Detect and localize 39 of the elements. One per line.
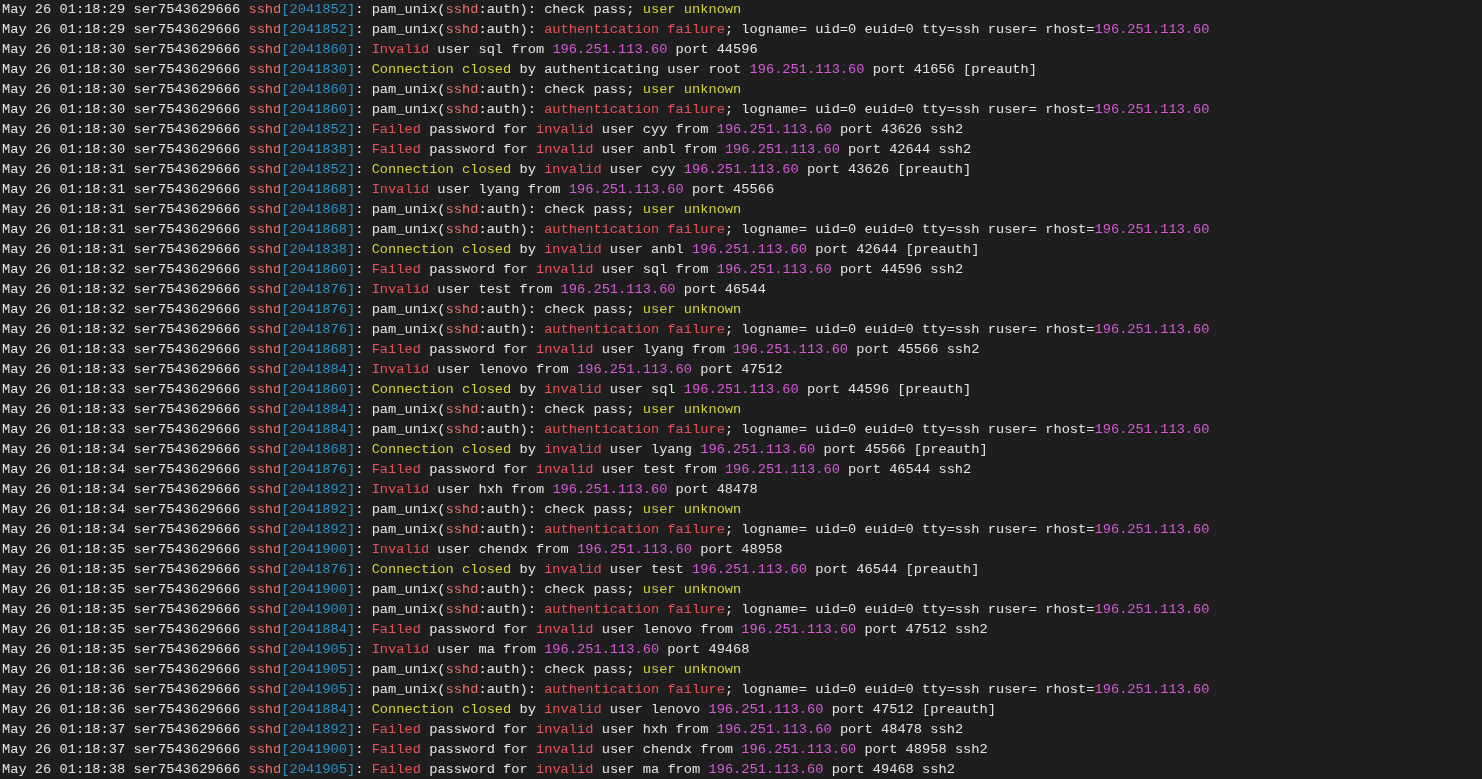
log-line: May 26 01:18:33 ser7543629666 sshd[2041860]: Connection closed by invalid user sql 196.251.113.60 port 44596 [preauth]	[2, 381, 972, 399]
log-line: May 26 01:18:29 ser7543629666 sshd[2041852]: pam_unix(sshd:auth): check pass; user unknown	[2, 1, 742, 19]
log-line: May 26 01:18:35 ser7543629666 sshd[2041900]: pam_unix(sshd:auth): authentication failure; logname= uid=0 euid=0 tty=ssh ruser= rhost=196.251.113.60	[2, 601, 1210, 619]
log-line: May 26 01:18:36 ser7543629666 sshd[2041905]: pam_unix(sshd:auth): check pass; user unknown	[2, 661, 742, 679]
log-line: May 26 01:18:36 ser7543629666 sshd[2041884]: Connection closed by invalid user lenovo 196.251.113.60 port 47512 [preauth]	[2, 701, 996, 719]
log-line: May 26 01:18:35 ser7543629666 sshd[2041905]: Invalid user ma from 196.251.113.60 port 49468	[2, 641, 750, 659]
log-line: May 26 01:18:30 ser7543629666 sshd[2041852]: Failed password for invalid user cyy from 196.251.113.60 port 43626 ssh2	[2, 121, 964, 139]
log-line: May 26 01:18:33 ser7543629666 sshd[2041868]: Failed password for invalid user lyang from 196.251.113.60 port 45566 ssh2	[2, 341, 980, 359]
log-line: May 26 01:18:30 ser7543629666 sshd[2041860]: pam_unix(sshd:auth): check pass; user unknown	[2, 81, 742, 99]
log-line: May 26 01:18:31 ser7543629666 sshd[2041868]: Invalid user lyang from 196.251.113.60 port 45566	[2, 181, 775, 199]
log-line: May 26 01:18:33 ser7543629666 sshd[2041884]: pam_unix(sshd:auth): authentication failure; logname= uid=0 euid=0 tty=ssh ruser= rhost=196.251.113.60	[2, 421, 1210, 439]
log-line: May 26 01:18:33 ser7543629666 sshd[2041884]: pam_unix(sshd:auth): check pass; user unknown	[2, 401, 742, 419]
log-line: May 26 01:18:30 ser7543629666 sshd[2041860]: Invalid user sql from 196.251.113.60 port 44596	[2, 41, 758, 59]
log-line: May 26 01:18:32 ser7543629666 sshd[2041876]: pam_unix(sshd:auth): authentication failure; logname= uid=0 euid=0 tty=ssh ruser= rhost=196.251.113.60	[2, 321, 1210, 339]
log-line: May 26 01:18:31 ser7543629666 sshd[2041852]: Connection closed by invalid user cyy 196.251.113.60 port 43626 [preauth]	[2, 161, 972, 179]
log-line: May 26 01:18:34 ser7543629666 sshd[2041892]: pam_unix(sshd:auth): check pass; user unknown	[2, 501, 742, 519]
log-line: May 26 01:18:35 ser7543629666 sshd[2041900]: pam_unix(sshd:auth): check pass; user unknown	[2, 581, 742, 599]
log-line: May 26 01:18:30 ser7543629666 sshd[2041838]: Failed password for invalid user anbl from 196.251.113.60 port 42644 ssh2	[2, 141, 972, 159]
log-line: May 26 01:18:31 ser7543629666 sshd[2041838]: Connection closed by invalid user anbl 196.251.113.60 port 42644 [preauth]	[2, 241, 980, 259]
log-line: May 26 01:18:29 ser7543629666 sshd[2041852]: pam_unix(sshd:auth): authentication failure; logname= uid=0 euid=0 tty=ssh ruser= rhost=196.251.113.60	[2, 21, 1210, 39]
log-line: May 26 01:18:37 ser7543629666 sshd[2041900]: Failed password for invalid user chendx from 196.251.113.60 port 48958 ssh2	[2, 741, 988, 759]
log-line: May 26 01:18:32 ser7543629666 sshd[2041876]: pam_unix(sshd:auth): check pass; user unknown	[2, 301, 742, 319]
log-line: May 26 01:18:31 ser7543629666 sshd[2041868]: pam_unix(sshd:auth): check pass; user unknown	[2, 201, 742, 219]
log-line: May 26 01:18:35 ser7543629666 sshd[2041876]: Connection closed by invalid user test 196.251.113.60 port 46544 [preauth]	[2, 561, 980, 579]
log-line: May 26 01:18:32 ser7543629666 sshd[2041860]: Failed password for invalid user sql from 196.251.113.60 port 44596 ssh2	[2, 261, 964, 279]
log-line: May 26 01:18:35 ser7543629666 sshd[2041884]: Failed password for invalid user lenovo from 196.251.113.60 port 47512 ssh2	[2, 621, 988, 639]
log-line: May 26 01:18:34 ser7543629666 sshd[2041868]: Connection closed by invalid user lyang 196.251.113.60 port 45566 [preauth]	[2, 441, 988, 459]
log-line: May 26 01:18:34 ser7543629666 sshd[2041892]: pam_unix(sshd:auth): authentication failure; logname= uid=0 euid=0 tty=ssh ruser= rhost=196.251.113.60	[2, 521, 1210, 539]
log-line: May 26 01:18:32 ser7543629666 sshd[2041876]: Invalid user test from 196.251.113.60 port 46544	[2, 281, 766, 299]
log-line: May 26 01:18:35 ser7543629666 sshd[2041900]: Invalid user chendx from 196.251.113.60 port 48958	[2, 541, 783, 559]
log-line: May 26 01:18:34 ser7543629666 sshd[2041876]: Failed password for invalid user test from 196.251.113.60 port 46544 ssh2	[2, 461, 972, 479]
log-line: May 26 01:18:37 ser7543629666 sshd[2041892]: Failed password for invalid user hxh from 196.251.113.60 port 48478 ssh2	[2, 721, 964, 739]
log-line: May 26 01:18:36 ser7543629666 sshd[2041905]: pam_unix(sshd:auth): authentication failure; logname= uid=0 euid=0 tty=ssh ruser= rhost=196.251.113.60	[2, 681, 1210, 699]
log-line: May 26 01:18:34 ser7543629666 sshd[2041892]: Invalid user hxh from 196.251.113.60 port 48478	[2, 481, 758, 499]
log-line: May 26 01:18:30 ser7543629666 sshd[2041860]: pam_unix(sshd:auth): authentication failure; logname= uid=0 euid=0 tty=ssh ruser= rhost=196.251.113.60	[2, 101, 1210, 119]
log-line: May 26 01:18:31 ser7543629666 sshd[2041868]: pam_unix(sshd:auth): authentication failure; logname= uid=0 euid=0 tty=ssh ruser= rhost=196.251.113.60	[2, 221, 1210, 239]
log-line: May 26 01:18:30 ser7543629666 sshd[2041830]: Connection closed by authenticating user root 196.251.113.60 port 41656 [preauth]	[2, 61, 1037, 79]
log-line: May 26 01:18:33 ser7543629666 sshd[2041884]: Invalid user lenovo from 196.251.113.60 port 47512	[2, 361, 783, 379]
log-line: May 26 01:18:38 ser7543629666 sshd[2041905]: Failed password for invalid user ma from 196.251.113.60 port 49468 ssh2	[2, 761, 955, 779]
